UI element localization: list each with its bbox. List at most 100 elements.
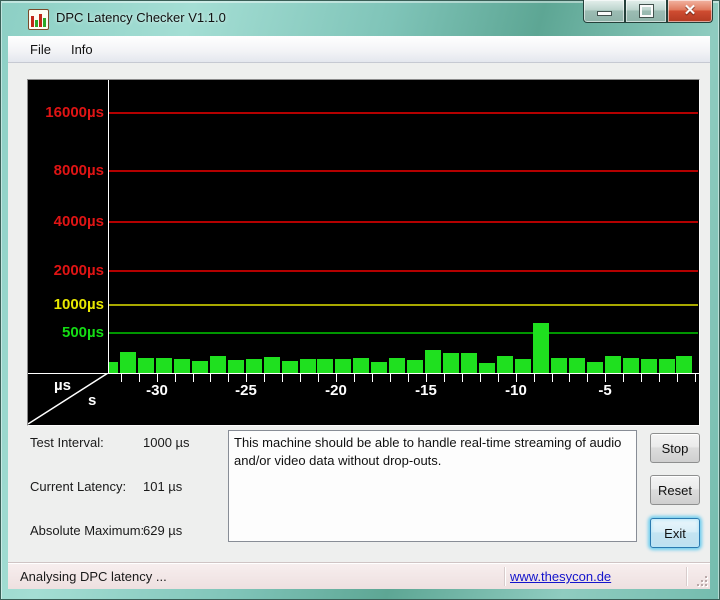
- latency-bar: [497, 356, 513, 373]
- latency-bar: [192, 361, 208, 373]
- x-axis-tick: [193, 374, 194, 382]
- current-latency-value: 101 µs: [143, 479, 182, 494]
- x-axis-tick: [480, 374, 481, 382]
- close-icon: ✕: [668, 1, 712, 19]
- x-axis-tick: [516, 374, 517, 382]
- resize-grip[interactable]: [695, 574, 707, 586]
- x-axis-label--15: -15: [404, 382, 448, 399]
- absolute-maximum-label: Absolute Maximum:: [30, 523, 144, 538]
- x-axis-tick: [677, 374, 678, 382]
- y-axis-label-2000us: 2000µs: [28, 262, 104, 280]
- absolute-maximum-value: 629 µs: [143, 523, 182, 538]
- thesycon-link[interactable]: www.thesycon.de: [510, 569, 611, 584]
- x-axis-tick: [372, 374, 373, 382]
- latency-bar: [479, 363, 495, 373]
- latency-bar: [515, 359, 531, 373]
- x-axis-tick: [641, 374, 642, 382]
- threshold-line-4000us: [109, 221, 698, 223]
- test-interval-value: 1000 µs: [143, 435, 190, 450]
- latency-bar: [676, 356, 692, 373]
- close-button[interactable]: ✕: [667, 0, 713, 23]
- latency-bar: [264, 357, 280, 373]
- x-axis-label--30: -30: [135, 382, 179, 399]
- x-axis-tick: [623, 374, 624, 382]
- maximize-button[interactable]: [625, 0, 667, 23]
- latency-bar: [109, 362, 118, 373]
- latency-bar: [533, 323, 549, 373]
- latency-bar: [228, 360, 244, 373]
- latency-bar: [569, 358, 585, 373]
- x-axis-tick: [659, 374, 660, 382]
- latency-bar: [425, 350, 441, 373]
- latency-bar: [120, 352, 136, 373]
- y-axis-label-4000us: 4000µs: [28, 213, 104, 231]
- latency-bar: [587, 362, 603, 373]
- threshold-line-1000us: [109, 304, 698, 306]
- latency-bar: [371, 362, 387, 373]
- threshold-line-500us: [109, 332, 698, 334]
- y-axis-label-16000us: 16000µs: [28, 104, 104, 122]
- x-axis-tick: [587, 374, 588, 382]
- latency-bar: [641, 359, 657, 373]
- x-axis-tick: [139, 374, 140, 382]
- window-title: DPC Latency Checker V1.1.0: [56, 10, 226, 25]
- latency-bar: [317, 359, 333, 373]
- app-icon-bar: [31, 16, 34, 27]
- x-axis-tick: [354, 374, 355, 382]
- x-axis-label--25: -25: [224, 382, 268, 399]
- title-bar[interactable]: DPC Latency Checker V1.1.0 ✕: [0, 0, 720, 36]
- y-axis-divider: [108, 80, 109, 374]
- x-axis-tick: [175, 374, 176, 382]
- x-axis-tick: [695, 374, 696, 382]
- x-axis-tick: [426, 374, 427, 382]
- latency-bar: [353, 358, 369, 373]
- window-controls: ✕: [583, 0, 713, 23]
- test-interval-label: Test Interval:: [30, 435, 104, 450]
- latency-bar: [210, 356, 226, 373]
- latency-bar: [282, 361, 298, 373]
- y-axis-label-500us: 500µs: [28, 324, 104, 342]
- x-axis-label--10: -10: [494, 382, 538, 399]
- latency-bar: [407, 360, 423, 373]
- y-axis-label-1000us: 1000µs: [28, 296, 104, 314]
- menu-info[interactable]: Info: [61, 39, 103, 60]
- latency-bar: [659, 359, 675, 373]
- minimize-button[interactable]: [583, 0, 625, 23]
- exit-button[interactable]: Exit: [650, 518, 700, 548]
- x-axis-tick: [605, 374, 606, 382]
- x-axis-tick: [498, 374, 499, 382]
- menu-file[interactable]: File: [20, 39, 61, 60]
- latency-chart: µs s 16000µs8000µs4000µs2000µs1000µs500µ…: [27, 79, 700, 426]
- x-axis-label--5: -5: [583, 382, 627, 399]
- x-axis-tick: [552, 374, 553, 382]
- x-axis-tick: [390, 374, 391, 382]
- app-icon-bar: [43, 18, 46, 27]
- x-axis-tick: [336, 374, 337, 382]
- threshold-line-16000us: [109, 112, 698, 114]
- reset-button[interactable]: Reset: [650, 475, 700, 505]
- menu-bar: File Info: [8, 36, 710, 63]
- latency-bar: [551, 358, 567, 373]
- x-axis-tick: [444, 374, 445, 382]
- latency-bar: [605, 356, 621, 373]
- latency-bar: [443, 353, 459, 373]
- status-separator: [504, 567, 505, 586]
- client-area: µs s 16000µs8000µs4000µs2000µs1000µs500µ…: [8, 63, 710, 563]
- latency-bar: [389, 358, 405, 373]
- y-unit-label: µs: [54, 377, 71, 394]
- latency-bar: [174, 359, 190, 373]
- minimize-icon: [597, 11, 612, 16]
- latency-bar: [623, 358, 639, 373]
- x-axis-tick: [300, 374, 301, 382]
- x-axis-tick: [408, 374, 409, 382]
- x-axis-tick: [569, 374, 570, 382]
- stop-button[interactable]: Stop: [650, 433, 700, 463]
- latency-bar: [461, 353, 477, 373]
- status-bar: Analysing DPC latency ... www.thesycon.d…: [8, 563, 710, 589]
- current-latency-label: Current Latency:: [30, 479, 126, 494]
- threshold-line-2000us: [109, 270, 698, 272]
- app-icon-bar: [35, 20, 38, 27]
- x-axis-tick: [534, 374, 535, 382]
- x-axis-tick: [210, 374, 211, 382]
- x-axis-line: [28, 373, 699, 374]
